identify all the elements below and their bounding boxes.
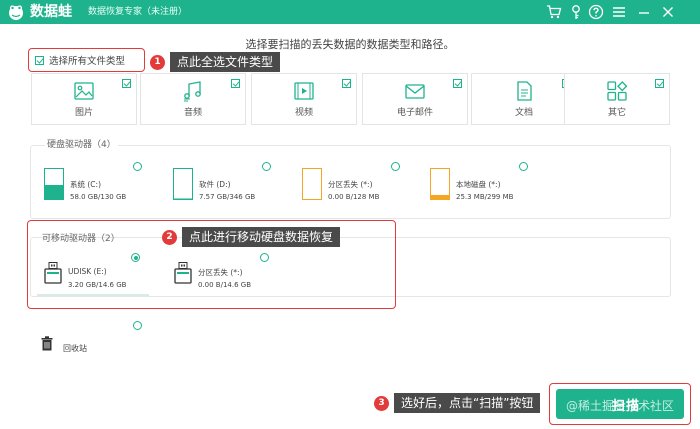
key-icon[interactable] <box>568 4 584 20</box>
callout-text: 选好后，点击“扫描”按钮 <box>394 393 541 413</box>
callout-text: 点此全选文件类型 <box>170 52 281 72</box>
drive-name: 本地磁盘 (*:) <box>456 180 501 189</box>
drive-size: 7.57 GB/346 GB <box>199 193 256 201</box>
callout-number: 2 <box>162 229 177 245</box>
hard-drives-title: 硬盘驱动器（4） <box>45 137 118 150</box>
drive-d-radio[interactable] <box>262 162 271 171</box>
drive-c-radio[interactable] <box>133 162 142 171</box>
drive-icon <box>430 168 450 200</box>
checkbox-icon <box>655 79 664 88</box>
callout-number: 3 <box>374 395 389 411</box>
drive-size: 25.3 MB/299 MB <box>456 193 514 201</box>
drive-lost-partition-radio[interactable] <box>391 162 400 171</box>
checkbox-icon <box>342 79 351 88</box>
other-icon <box>607 81 628 101</box>
checkbox-icon <box>453 79 462 88</box>
callout-number: 1 <box>150 54 165 70</box>
app-name: 数据蛙 <box>30 4 72 20</box>
drive-name: 软件 (D:) <box>199 180 231 189</box>
checkbox-icon <box>231 79 240 88</box>
filetype-label: 电子邮件 <box>396 108 433 118</box>
drive-local-disk-radio[interactable] <box>519 162 528 171</box>
drive-icon <box>44 168 64 200</box>
callout-2: 2 点此进行移动硬盘数据恢复 <box>162 227 341 247</box>
checkbox-icon <box>122 79 131 88</box>
minimize-icon[interactable] <box>636 4 652 20</box>
filetype-images[interactable]: 图片 <box>31 73 137 125</box>
filetype-email[interactable]: 电子邮件 <box>362 73 468 125</box>
callout-3: 3 选好后，点击“扫描”按钮 <box>374 393 541 413</box>
email-icon <box>405 84 425 99</box>
drive-size: 58.0 GB/130 GB <box>70 193 127 201</box>
callout-1: 1 点此全选文件类型 <box>150 52 281 72</box>
drive-icon <box>302 168 322 200</box>
drive-size: 0.00 B/128 MB <box>328 193 380 201</box>
highlight-box-select-all <box>28 48 145 72</box>
close-icon[interactable] <box>660 4 676 20</box>
drive-local-disk[interactable]: 本地磁盘 (*:) 25.3 MB/299 MB <box>430 168 540 202</box>
filetype-label: 文档 <box>514 108 533 118</box>
drive-lost-partition[interactable]: 分区丢失 (*:) 0.00 B/128 MB <box>302 168 412 202</box>
drive-d[interactable]: 软件 (D:) 7.57 GB/346 GB <box>173 168 283 202</box>
frog-logo-icon <box>9 5 23 20</box>
title-bar: 数据蛙 数据恢复专家（未注册） <box>0 0 700 24</box>
filetype-label: 音频 <box>183 108 202 118</box>
filetype-video[interactable]: 视频 <box>251 73 357 125</box>
document-icon <box>517 81 532 101</box>
watermark: @稀土掘金技术社区 <box>566 399 675 413</box>
filetype-documents[interactable]: 文档 <box>471 73 577 125</box>
filetype-other[interactable]: 其它 <box>564 73 670 125</box>
video-icon <box>294 82 314 100</box>
filetype-label: 图片 <box>74 108 93 118</box>
trash-icon <box>41 336 53 351</box>
filetype-audio[interactable]: 音频 <box>140 73 246 125</box>
cart-icon[interactable] <box>546 4 562 20</box>
drive-icon <box>173 168 193 200</box>
menu-icon[interactable] <box>611 4 627 20</box>
drive-c[interactable]: 系统 (C:) 58.0 GB/130 GB <box>44 168 154 202</box>
recycle-bin-radio[interactable] <box>133 321 142 330</box>
recycle-bin-label: 回收站 <box>63 344 87 353</box>
callout-text: 点此进行移动硬盘数据恢复 <box>182 227 341 247</box>
help-icon[interactable] <box>588 4 604 20</box>
app-subtitle: 数据恢复专家（未注册） <box>88 7 188 17</box>
filetype-label: 视频 <box>294 108 313 118</box>
drive-name: 分区丢失 (*:) <box>328 180 373 189</box>
audio-icon <box>184 81 201 102</box>
filetype-label: 其它 <box>607 108 626 118</box>
image-icon <box>74 82 94 100</box>
recycle-bin[interactable]: 回收站 <box>41 336 101 354</box>
drive-name: 系统 (C:) <box>70 180 101 189</box>
